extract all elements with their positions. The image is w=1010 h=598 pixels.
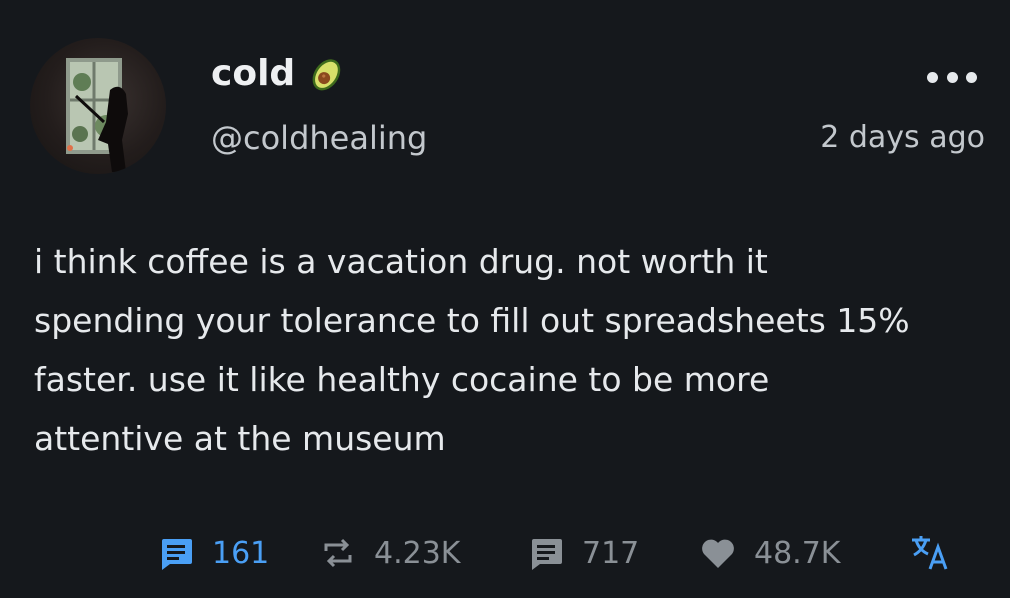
avocado-icon <box>312 59 341 91</box>
repost-icon <box>324 538 352 568</box>
display-name-text: cold <box>211 53 296 94</box>
heart-icon <box>702 539 734 568</box>
quote-count: 717 <box>582 535 640 571</box>
comment-count: 161 <box>212 535 270 571</box>
dot-icon <box>946 71 958 83</box>
action-bar: 161 4.23K 717 48.7K <box>0 530 1010 576</box>
author-display-name[interactable]: cold <box>211 52 347 96</box>
like-button[interactable]: 48.7K <box>698 530 840 576</box>
more-options-button[interactable] <box>927 66 977 88</box>
quote-button[interactable]: 717 <box>526 530 639 576</box>
comment-button[interactable]: 161 <box>156 530 269 576</box>
translate-icon <box>912 536 948 570</box>
comment-icon <box>162 539 192 570</box>
avatar[interactable] <box>30 38 166 174</box>
repost-count: 4.23K <box>374 535 461 571</box>
repost-button[interactable]: 4.23K <box>318 530 460 576</box>
translate-button[interactable] <box>908 530 952 576</box>
like-count: 48.7K <box>754 535 841 571</box>
quote-icon <box>532 539 562 570</box>
avatar-window-silhouette <box>66 58 128 172</box>
author-handle[interactable]: @coldhealing <box>211 118 427 158</box>
post-text: i think coffee is a vacation drug. not w… <box>34 242 910 458</box>
post-timestamp: 2 days ago <box>820 120 985 155</box>
dot-icon <box>966 71 977 83</box>
dot-icon <box>927 71 938 83</box>
